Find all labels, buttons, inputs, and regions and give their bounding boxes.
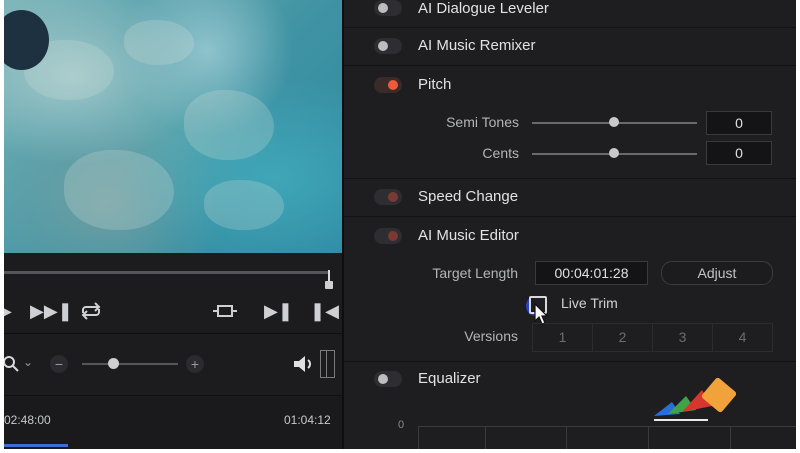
live-trim-label: Live Trim bbox=[561, 295, 618, 311]
semi-tones-label: Semi Tones bbox=[446, 114, 519, 130]
section-title: Pitch bbox=[418, 76, 452, 93]
section-title: Equalizer bbox=[418, 370, 481, 387]
section-title: AI Dialogue Leveler bbox=[418, 0, 549, 17]
version-button-2[interactable]: 2 bbox=[592, 323, 653, 352]
video-viewer[interactable] bbox=[4, 0, 342, 253]
app-window: ▶ ▶▶❚ ▶❚ ❚◀ ⌄ − + 02:48:00 01:04:12 AI D… bbox=[4, 0, 796, 449]
chevron-down-icon[interactable]: ⌄ bbox=[23, 355, 33, 369]
section-title: Speed Change bbox=[418, 188, 519, 205]
trim-icon[interactable] bbox=[212, 301, 238, 321]
next-frame-icon[interactable]: ▶❚ bbox=[264, 301, 293, 321]
cents-label: Cents bbox=[482, 145, 519, 161]
section-ai-music-remixer: AI Music Remixer bbox=[344, 27, 796, 66]
skip-forward-icon[interactable]: ▶▶❚ bbox=[30, 301, 73, 321]
equalizer-graph[interactable] bbox=[418, 426, 796, 449]
audio-meter bbox=[320, 350, 335, 378]
cents-slider-knob[interactable] bbox=[609, 148, 619, 158]
viewer-rock bbox=[204, 180, 284, 230]
eq-axis-zero: 0 bbox=[398, 419, 405, 431]
playhead-handle[interactable] bbox=[324, 270, 334, 290]
section-ai-dialogue-leveler: AI Dialogue Leveler bbox=[344, 0, 796, 28]
version-button-1[interactable]: 1 bbox=[532, 323, 593, 352]
section-speed-change: Speed Change bbox=[344, 178, 796, 217]
viewer-rock bbox=[124, 20, 194, 65]
scrub-bar[interactable] bbox=[4, 271, 330, 274]
version-button-3[interactable]: 3 bbox=[652, 323, 713, 352]
transport-controls: ▶ ▶▶❚ ▶❚ ❚◀ bbox=[4, 291, 342, 333]
timeline-zoom-bar: ⌄ − + bbox=[4, 333, 342, 396]
watermark-logo bbox=[654, 377, 737, 421]
target-length-label: Target Length bbox=[432, 265, 518, 281]
section-pitch: Pitch Semi Tones 0 Cents 0 bbox=[344, 65, 796, 179]
section-title: AI Music Remixer bbox=[418, 37, 536, 54]
section-title: AI Music Editor bbox=[418, 227, 519, 244]
semi-tones-slider-knob[interactable] bbox=[609, 117, 619, 127]
search-icon[interactable] bbox=[4, 355, 20, 373]
timeline-ruler[interactable]: 02:48:00 01:04:12 bbox=[4, 395, 342, 449]
adjust-button[interactable]: Adjust bbox=[661, 261, 773, 285]
zoom-slider-knob[interactable] bbox=[108, 358, 119, 369]
toggle-speed-change[interactable] bbox=[374, 189, 402, 205]
toggle-ai-music-editor[interactable] bbox=[374, 228, 402, 244]
speaker-icon[interactable] bbox=[292, 353, 316, 375]
version-button-4[interactable]: 4 bbox=[712, 323, 773, 352]
cents-input[interactable]: 0 bbox=[706, 141, 772, 165]
target-length-input[interactable]: 00:04:01:28 bbox=[535, 261, 648, 285]
versions-label: Versions bbox=[464, 328, 518, 344]
loop-icon[interactable] bbox=[77, 301, 105, 321]
viewer-rock bbox=[64, 150, 174, 230]
play-icon[interactable]: ▶ bbox=[4, 301, 12, 321]
zoom-in-button[interactable]: + bbox=[186, 355, 204, 373]
timeline-start-timecode: 02:48:00 bbox=[4, 413, 51, 427]
previous-frame-icon[interactable]: ❚◀ bbox=[310, 301, 339, 321]
zoom-out-button[interactable]: − bbox=[50, 355, 68, 373]
zoom-slider-track[interactable] bbox=[82, 363, 178, 365]
toggle-ai-music-remixer[interactable] bbox=[374, 38, 402, 54]
toggle-equalizer[interactable] bbox=[374, 371, 402, 387]
timeline-end-timecode: 01:04:12 bbox=[284, 413, 331, 427]
timeline-marker bbox=[4, 444, 68, 447]
semi-tones-input[interactable]: 0 bbox=[706, 111, 772, 135]
viewer-rock bbox=[184, 90, 274, 160]
toggle-ai-dialogue-leveler[interactable] bbox=[374, 0, 402, 16]
toggle-pitch[interactable] bbox=[374, 77, 402, 93]
